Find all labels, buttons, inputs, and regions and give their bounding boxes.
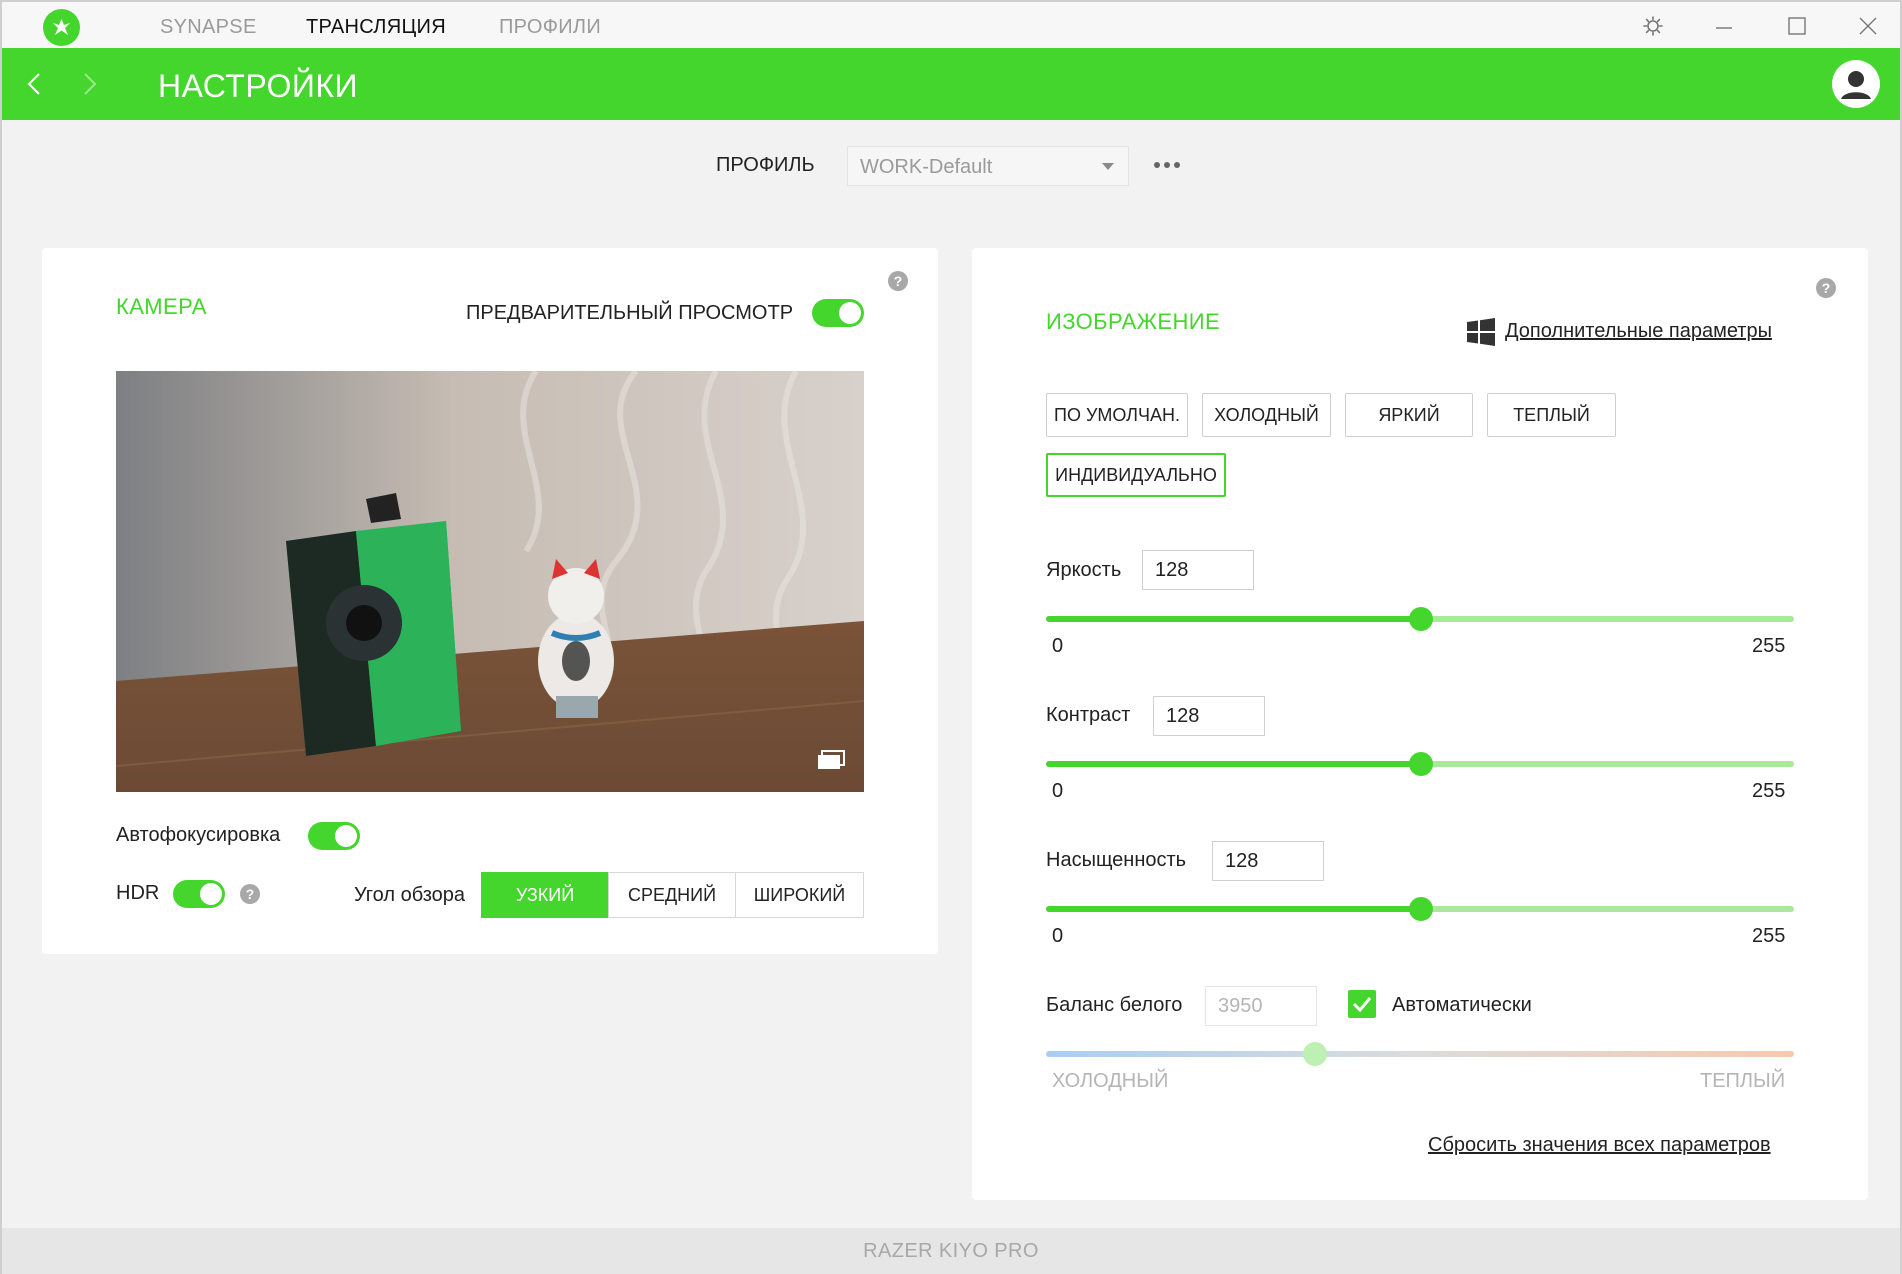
picture-in-picture-icon[interactable] bbox=[816, 749, 846, 776]
profile-dropdown-value: WORK-Default bbox=[860, 156, 993, 178]
contrast-slider[interactable] bbox=[1046, 749, 1794, 779]
contrast-min: 0 bbox=[1052, 780, 1064, 802]
page-header: НАСТРОЙКИ bbox=[2, 48, 1900, 120]
brightness-slider[interactable] bbox=[1046, 604, 1794, 634]
maximize-icon[interactable] bbox=[1782, 11, 1812, 41]
profile-label: ПРОФИЛЬ bbox=[716, 154, 815, 176]
forward-arrow-icon[interactable] bbox=[74, 68, 104, 100]
saturation-min: 0 bbox=[1052, 925, 1064, 947]
white-balance-label: Баланс белого bbox=[1046, 994, 1183, 1016]
hdr-toggle[interactable] bbox=[173, 880, 225, 908]
contrast-input[interactable]: 128 bbox=[1153, 696, 1265, 736]
white-balance-max-label: ТЕПЛЫЙ bbox=[1700, 1070, 1786, 1092]
fov-label: Угол обзора bbox=[354, 884, 466, 906]
autofocus-label: Автофокусировка bbox=[116, 824, 281, 846]
brightness-input[interactable]: 128 bbox=[1142, 550, 1254, 590]
camera-panel: ? КАМЕРА ПРЕДВАРИТЕЛЬНЫЙ ПРОСМОТР Автофо… bbox=[42, 248, 938, 954]
contrast-slider-thumb[interactable] bbox=[1409, 752, 1434, 776]
preset-custom-button[interactable]: ИНДИВИДУАЛЬНО bbox=[1046, 453, 1226, 497]
preset-warm-button[interactable]: ТЕПЛЫЙ bbox=[1487, 393, 1616, 437]
help-icon[interactable]: ? bbox=[888, 271, 908, 291]
preview-toggle[interactable] bbox=[812, 299, 864, 327]
preview-label: ПРЕДВАРИТЕЛЬНЫЙ ПРОСМОТР bbox=[466, 302, 794, 324]
white-balance-min-label: ХОЛОДНЫЙ bbox=[1052, 1070, 1169, 1092]
settings-gear-icon[interactable] bbox=[1638, 11, 1668, 41]
saturation-slider[interactable] bbox=[1046, 894, 1794, 924]
help-icon[interactable]: ? bbox=[1816, 278, 1836, 298]
back-arrow-icon[interactable] bbox=[20, 68, 50, 100]
razer-logo-icon[interactable] bbox=[43, 9, 80, 46]
brightness-slider-thumb[interactable] bbox=[1409, 607, 1434, 631]
white-balance-slider[interactable] bbox=[1046, 1039, 1794, 1069]
user-avatar-icon[interactable] bbox=[1832, 60, 1880, 108]
saturation-input[interactable]: 128 bbox=[1212, 841, 1324, 881]
checkmark-icon bbox=[1352, 997, 1372, 1013]
auto-white-balance-label: Автоматически bbox=[1392, 994, 1532, 1016]
saturation-label: Насыщенность bbox=[1046, 849, 1187, 871]
hdr-label: HDR bbox=[116, 882, 160, 904]
profile-dropdown[interactable]: WORK-Default bbox=[847, 146, 1129, 186]
white-balance-input[interactable]: 3950 bbox=[1205, 986, 1317, 1026]
tab-broadcast[interactable]: ТРАНСЛЯЦИЯ bbox=[306, 16, 446, 39]
reset-all-link[interactable]: Сбросить значения всех параметров bbox=[1428, 1134, 1771, 1157]
device-name: RAZER KIYO PRO bbox=[863, 1240, 1039, 1262]
image-section-title: ИЗОБРАЖЕНИЕ bbox=[1046, 309, 1221, 334]
tab-profiles[interactable]: ПРОФИЛИ bbox=[499, 16, 601, 39]
preset-bright-button[interactable]: ЯРКИЙ bbox=[1345, 393, 1473, 437]
brightness-label: Яркость bbox=[1046, 559, 1122, 581]
more-options-icon[interactable] bbox=[1152, 155, 1182, 175]
advanced-settings-link[interactable]: Дополнительные параметры bbox=[1505, 320, 1772, 343]
autofocus-toggle[interactable] bbox=[308, 822, 360, 850]
fov-medium-button[interactable]: СРЕДНИЙ bbox=[608, 872, 736, 918]
brightness-max: 255 bbox=[1752, 635, 1786, 657]
fov-narrow-button[interactable]: УЗКИЙ bbox=[481, 872, 609, 918]
tab-synapse[interactable]: SYNAPSE bbox=[160, 16, 257, 39]
page-title: НАСТРОЙКИ bbox=[158, 68, 359, 104]
title-bar: SYNAPSE ТРАНСЛЯЦИЯ ПРОФИЛИ bbox=[0, 0, 1902, 48]
minimize-icon[interactable] bbox=[1709, 11, 1739, 41]
preset-cold-button[interactable]: ХОЛОДНЫЙ bbox=[1202, 393, 1331, 437]
window-border-left bbox=[0, 48, 2, 1274]
saturation-slider-thumb[interactable] bbox=[1409, 897, 1434, 921]
chevron-down-icon bbox=[1102, 163, 1114, 170]
camera-preview-image bbox=[116, 371, 864, 792]
close-icon[interactable] bbox=[1853, 11, 1883, 41]
hdr-help-icon[interactable]: ? bbox=[240, 884, 260, 904]
contrast-label: Контраст bbox=[1046, 704, 1131, 726]
preset-default-button[interactable]: ПО УМОЛЧАН. bbox=[1046, 393, 1188, 437]
image-panel: ? ИЗОБРАЖЕНИЕ Дополнительные параметры П… bbox=[972, 248, 1868, 1200]
white-balance-slider-thumb[interactable] bbox=[1303, 1042, 1328, 1066]
fov-wide-button[interactable]: ШИРОКИЙ bbox=[735, 872, 864, 918]
auto-white-balance-checkbox[interactable] bbox=[1348, 990, 1376, 1018]
brightness-min: 0 bbox=[1052, 635, 1064, 657]
windows-icon bbox=[1466, 318, 1496, 346]
contrast-max: 255 bbox=[1752, 780, 1786, 802]
saturation-max: 255 bbox=[1752, 925, 1786, 947]
status-bar: RAZER KIYO PRO bbox=[2, 1228, 1900, 1274]
camera-section-title: КАМЕРА bbox=[116, 294, 207, 319]
